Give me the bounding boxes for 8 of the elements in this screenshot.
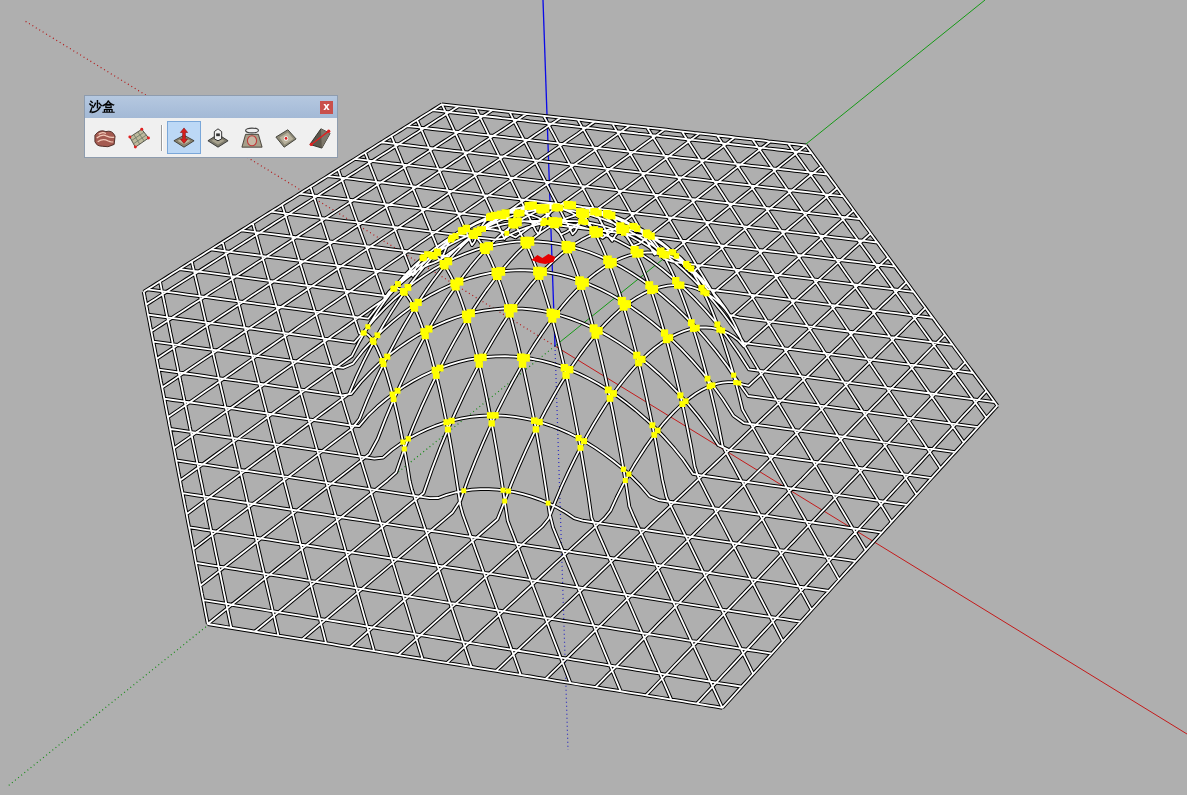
terrain-ring-icon	[241, 126, 263, 149]
toolbar-title: 沙盒	[89, 99, 115, 115]
grid-terrain-icon	[128, 126, 150, 149]
pyramid-line-icon	[309, 126, 331, 149]
terrain-arrow-icon	[173, 126, 195, 149]
tool-button[interactable]	[167, 121, 201, 154]
terrain-box-icon	[207, 126, 229, 149]
close-button[interactable]: x	[320, 100, 333, 114]
